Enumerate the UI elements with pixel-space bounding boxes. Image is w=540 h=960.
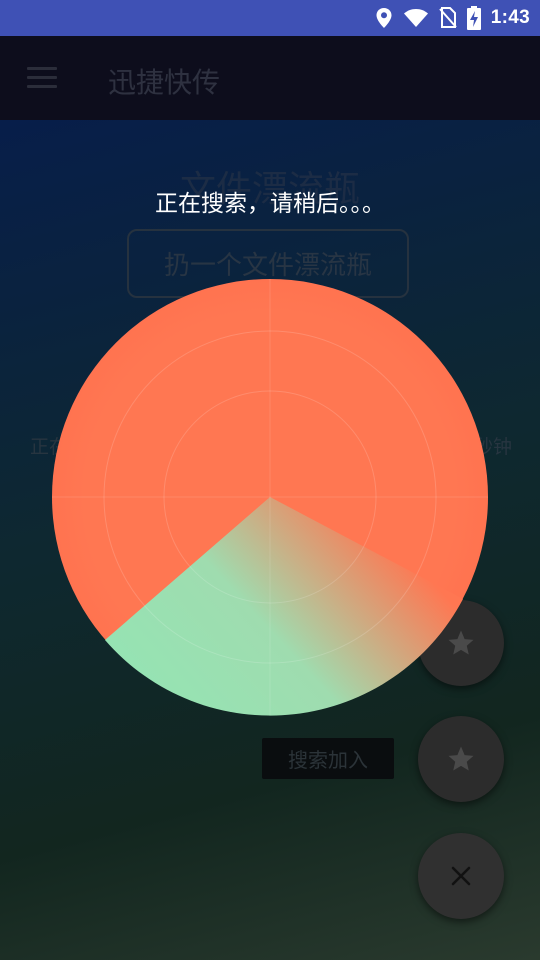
star-icon xyxy=(448,746,474,771)
close-fab-button[interactable] xyxy=(418,833,504,919)
status-bar: 1:43 xyxy=(0,0,540,36)
radar-scanner xyxy=(52,279,488,716)
search-join-button[interactable]: 搜索加入 xyxy=(262,738,394,779)
hamburger-menu-icon[interactable] xyxy=(27,67,57,89)
star-fab-button[interactable] xyxy=(418,716,504,802)
status-time: 1:43 xyxy=(490,7,530,28)
app-title: 迅捷快传 xyxy=(108,66,221,99)
wifi-icon xyxy=(403,8,429,28)
no-sim-icon xyxy=(439,7,457,29)
battery-charging-icon xyxy=(466,6,481,30)
close-icon xyxy=(451,866,471,886)
app-bar: 迅捷快传 xyxy=(0,36,540,120)
status-icons: 1:43 xyxy=(375,4,530,32)
location-icon xyxy=(375,7,393,29)
searching-message: 正在搜索，请稍后。。。 xyxy=(155,191,385,217)
